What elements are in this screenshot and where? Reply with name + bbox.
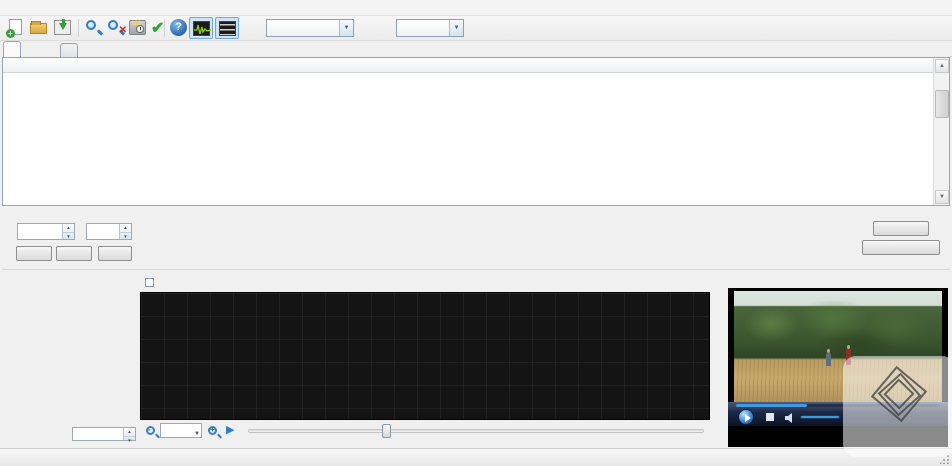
- chevron-down-icon: ▼: [339, 20, 353, 36]
- toolbar-separator: [164, 19, 165, 37]
- start-time-input[interactable]: [17, 223, 75, 240]
- waveform-glyph: [193, 21, 210, 36]
- encoding-dropdown[interactable]: ▼: [396, 19, 464, 37]
- volume-bar[interactable]: [800, 415, 840, 419]
- instaluj-watermark: [843, 356, 952, 457]
- spinner-arrows-icon[interactable]: [62, 224, 74, 239]
- film-glyph: [219, 21, 236, 36]
- status-bar: [0, 448, 952, 466]
- visual-sync-icon[interactable]: 123: [128, 18, 148, 38]
- format-dropdown[interactable]: ▼: [266, 19, 354, 37]
- unbreak-button[interactable]: [873, 221, 929, 236]
- waveform-slider-thumb[interactable]: [382, 424, 391, 438]
- video-position-input[interactable]: [72, 427, 136, 441]
- plus-glyph: +: [6, 29, 15, 38]
- select-current-subtitle-checkbox[interactable]: [145, 278, 154, 287]
- auto-br-button[interactable]: [98, 246, 132, 261]
- save-icon[interactable]: [53, 18, 73, 38]
- waveform-canvas[interactable]: [140, 292, 710, 420]
- tab-list-view[interactable]: [3, 41, 21, 57]
- x-glyph: ✕: [119, 26, 127, 36]
- question-glyph: ?: [170, 19, 187, 36]
- waveform-toggle-icon[interactable]: [189, 17, 213, 39]
- find-icon[interactable]: [84, 18, 104, 38]
- player-play-button[interactable]: [738, 409, 754, 425]
- scroll-up-icon[interactable]: ▲: [935, 59, 949, 73]
- undo-edit-button[interactable]: [862, 240, 940, 255]
- subtitle-table-header: [3, 58, 949, 73]
- spinner-arrows-icon[interactable]: [123, 428, 135, 440]
- tray-glyph: [54, 20, 71, 35]
- person-left: [826, 353, 831, 366]
- checkmark-glyph: ✔: [151, 18, 164, 38]
- spinner-arrows-icon[interactable]: [119, 224, 131, 239]
- sync-glyph: 123: [129, 20, 146, 35]
- menu-bar: [0, 0, 952, 16]
- trees: [734, 301, 942, 359]
- player-stop-button[interactable]: [766, 413, 774, 421]
- replace-icon[interactable]: ✕: [106, 18, 126, 38]
- chevron-down-icon: ▼: [194, 428, 200, 441]
- scroll-down-icon[interactable]: ▼: [935, 190, 949, 204]
- toolbar: + ✕ 123 ✔ ? ▼ ▼: [0, 16, 952, 41]
- chevron-down-icon: ▼: [449, 20, 463, 36]
- toolbar-separator: [78, 19, 79, 37]
- edit-panel: [2, 207, 950, 270]
- scrollbar-thumb[interactable]: [935, 90, 949, 118]
- waveform-zoom-dropdown[interactable]: ▼: [160, 423, 202, 438]
- new-file-icon[interactable]: +: [6, 18, 26, 38]
- lens-glyph: [86, 20, 96, 30]
- tab-source-view[interactable]: [60, 43, 78, 57]
- view-tab-bar: [2, 41, 950, 57]
- next-button[interactable]: [56, 246, 92, 261]
- zoom-out-icon[interactable]: -: [146, 426, 155, 435]
- seek-fill: [736, 404, 807, 407]
- spell-check-icon[interactable]: ✔: [150, 18, 170, 38]
- duration-input[interactable]: [86, 223, 132, 240]
- folder-glyph: [30, 23, 47, 34]
- prev-button[interactable]: [16, 246, 52, 261]
- subtitle-table-body: [3, 74, 932, 205]
- lens-glyph: [108, 20, 118, 30]
- open-file-icon[interactable]: [29, 18, 49, 38]
- video-toggle-icon[interactable]: [215, 17, 239, 39]
- waveform-position-slider[interactable]: [248, 429, 704, 433]
- zoom-in-icon[interactable]: +: [208, 426, 217, 435]
- help-icon[interactable]: ?: [169, 18, 189, 38]
- waveform-play-icon[interactable]: ▶: [226, 423, 234, 436]
- subtitle-list: ▲ ▼: [2, 57, 950, 206]
- vertical-scrollbar[interactable]: ▲ ▼: [933, 58, 949, 205]
